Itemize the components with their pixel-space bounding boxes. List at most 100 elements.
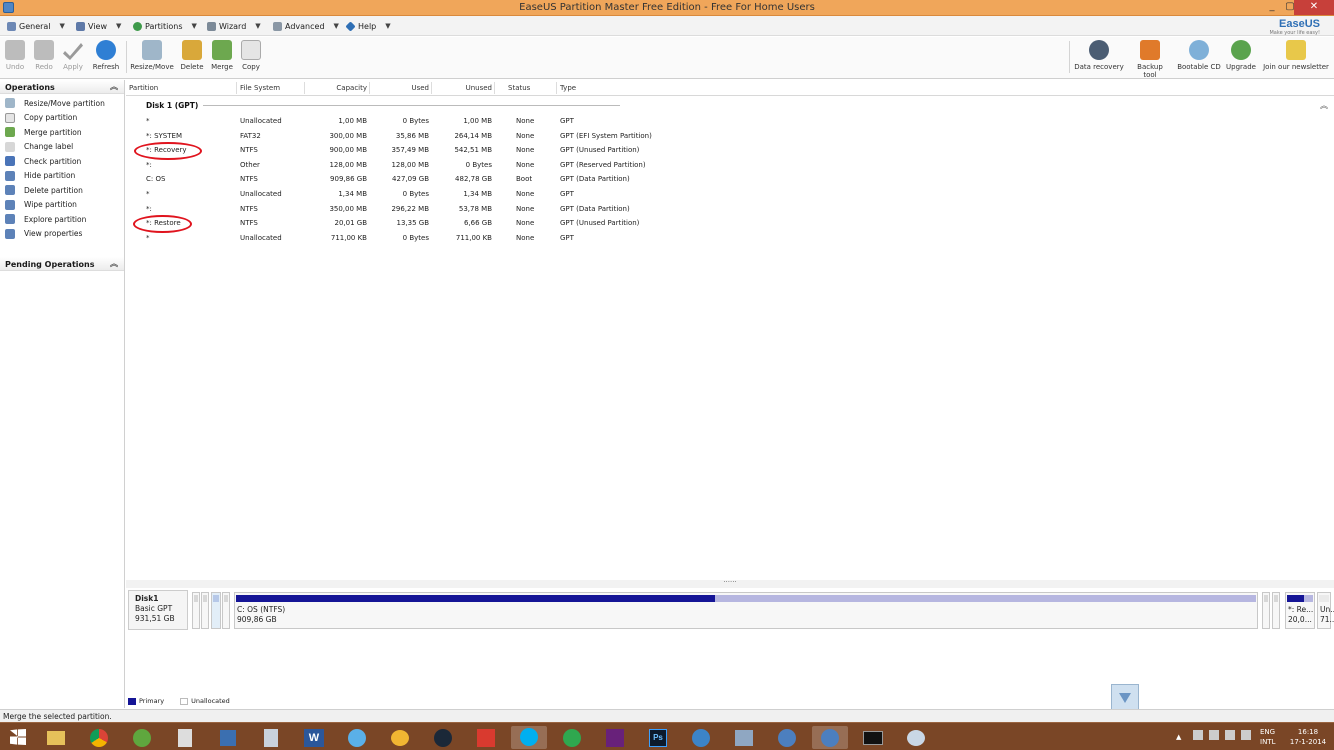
redo-button[interactable]: Redo: [33, 40, 55, 71]
partition-segment[interactable]: [211, 592, 221, 629]
taskbar-taskmanager[interactable]: [167, 726, 203, 749]
collapse-icon[interactable]: ︽: [110, 258, 118, 269]
table-row[interactable]: *: SYSTEM FAT32 300,00 MB 35,86 MB 264,14 MB…: [126, 129, 1334, 143]
taskbar-explorer[interactable]: [38, 726, 74, 749]
bootable-cd-button[interactable]: Bootable CD: [1177, 40, 1221, 71]
pending-header[interactable]: Pending Operations ︽: [0, 257, 124, 271]
taskbar-word[interactable]: W: [296, 726, 332, 749]
col-type[interactable]: Type: [560, 84, 576, 92]
op-hide[interactable]: Hide partition: [0, 169, 124, 184]
segment-text: Un...71...: [1320, 605, 1334, 625]
tray-overflow-icon[interactable]: ▲: [1176, 732, 1181, 742]
table-row[interactable]: *: Other 128,00 MB 128,00 MB 0 Bytes None GPT …: [126, 158, 1334, 172]
op-delete[interactable]: Delete partition: [0, 183, 124, 198]
taskbar-itunes[interactable]: [339, 726, 375, 749]
flag-icon[interactable]: [1209, 730, 1219, 740]
merge-button[interactable]: Merge: [210, 40, 234, 71]
newsletter-button[interactable]: Join our newsletter: [1263, 40, 1329, 71]
col-unused[interactable]: Unused: [433, 84, 492, 92]
start-button[interactable]: [2, 726, 34, 749]
col-filesystem[interactable]: File System: [240, 84, 280, 92]
table-row[interactable]: * Unallocated 1,00 MB 0 Bytes 1,00 MB None GPT: [126, 114, 1334, 128]
partition-segment[interactable]: [192, 592, 200, 629]
apply-button[interactable]: Apply: [62, 40, 84, 71]
table-header: Partition File System Capacity Used Unus…: [126, 80, 1334, 96]
partition-segment[interactable]: [1262, 592, 1270, 629]
download-button[interactable]: [1111, 684, 1139, 711]
menu-general[interactable]: General ▼: [7, 20, 65, 32]
table-row[interactable]: *: Restore NTFS 20,01 GB 13,35 GB 6,66 GB Non…: [126, 216, 1334, 230]
partition-segment-c[interactable]: C: OS (NTFS) 909,86 GB: [234, 592, 1258, 629]
taskbar-app4[interactable]: [683, 726, 719, 749]
op-change-label[interactable]: Change label: [0, 140, 124, 155]
language-indicator[interactable]: ENG INTL: [1260, 727, 1275, 747]
col-status[interactable]: Status: [508, 84, 530, 92]
upgrade-button[interactable]: Upgrade: [1226, 40, 1256, 71]
delete-button[interactable]: Delete: [180, 40, 204, 71]
undo-button[interactable]: Undo: [4, 40, 26, 71]
taskbar-steam[interactable]: [425, 726, 461, 749]
op-copy[interactable]: Copy partition: [0, 111, 124, 126]
menu-advanced[interactable]: Advanced ▼: [273, 20, 339, 32]
taskbar-easeus[interactable]: [812, 726, 848, 749]
partition-segment-unallocated[interactable]: Un...71...: [1317, 592, 1334, 629]
table-row[interactable]: * Unallocated 1,34 MB 0 Bytes 1,34 MB None GPT: [126, 187, 1334, 201]
resize-move-button[interactable]: Resize/Move: [130, 40, 174, 71]
collapse-icon[interactable]: ︽: [110, 81, 118, 92]
partition-segment-restore[interactable]: *: Re... 20,0...: [1285, 592, 1315, 629]
table-row[interactable]: C: OS NTFS 909,86 GB 427,09 GB 482,78 GB Boot…: [126, 172, 1334, 186]
taskbar-app5[interactable]: [726, 726, 762, 749]
data-recovery-button[interactable]: Data recovery: [1074, 40, 1124, 71]
menu-partitions[interactable]: Partitions ▼: [133, 20, 197, 32]
volume-icon[interactable]: [1241, 730, 1251, 740]
app-icon: [735, 730, 753, 746]
cell-filesystem: NTFS: [240, 219, 258, 228]
clock[interactable]: 16:18 17-1-2014: [1288, 727, 1328, 747]
merge-icon: [5, 127, 15, 138]
taskbar-app2[interactable]: [382, 726, 418, 749]
taskbar-app[interactable]: [210, 726, 246, 749]
op-merge[interactable]: Merge partition: [0, 125, 124, 140]
op-resize-move[interactable]: Resize/Move partition: [0, 96, 124, 111]
taskbar-utorrent[interactable]: [124, 726, 160, 749]
partition-segment[interactable]: [222, 592, 230, 629]
partition-segment[interactable]: [1272, 592, 1280, 629]
cell-partition: *:: [146, 204, 152, 213]
col-capacity[interactable]: Capacity: [306, 84, 367, 92]
taskbar-cmd[interactable]: [855, 726, 891, 749]
pane-splitter[interactable]: ······: [126, 579, 1334, 588]
backup-tool-button[interactable]: Backup tool: [1130, 40, 1170, 79]
taskbar-app3[interactable]: [468, 726, 504, 749]
table-row[interactable]: * Unallocated 711,00 KB 0 Bytes 711,00 KB Non…: [126, 231, 1334, 245]
taskbar-calculator[interactable]: [253, 726, 289, 749]
disk-info[interactable]: Disk1 Basic GPT 931,51 GB: [128, 590, 188, 630]
signal-icon[interactable]: [1225, 730, 1235, 740]
table-row[interactable]: *: NTFS 350,00 MB 296,22 MB 53,78 MB None GPT …: [126, 202, 1334, 216]
partition-segment[interactable]: [201, 592, 209, 629]
taskbar-paint[interactable]: [898, 726, 934, 749]
copy-button[interactable]: Copy: [240, 40, 262, 71]
col-used[interactable]: Used: [371, 84, 429, 92]
table-row[interactable]: *: Recovery NTFS 900,00 MB 357,49 MB 542,51 …: [126, 143, 1334, 157]
menu-wizard[interactable]: Wizard ▼: [207, 20, 261, 32]
col-partition[interactable]: Partition: [129, 84, 158, 92]
taskbar-photoshop[interactable]: Ps: [640, 726, 676, 749]
operations-header[interactable]: Operations ︽: [0, 80, 124, 94]
op-properties[interactable]: View properties: [0, 227, 124, 242]
menu-view[interactable]: View ▼: [76, 20, 121, 32]
taskbar-visualstudio[interactable]: [597, 726, 633, 749]
refresh-button[interactable]: Refresh: [92, 40, 120, 71]
taskbar-media[interactable]: [554, 726, 590, 749]
op-explore[interactable]: Explore partition: [0, 212, 124, 227]
network-icon[interactable]: [1193, 730, 1203, 740]
disk-group-label[interactable]: Disk 1 (GPT): [146, 101, 198, 110]
close-button[interactable]: ✕: [1294, 0, 1334, 15]
op-check[interactable]: Check partition: [0, 154, 124, 169]
taskbar-app6[interactable]: [769, 726, 805, 749]
menu-help[interactable]: Help ▼: [345, 20, 391, 32]
op-wipe[interactable]: Wipe partition: [0, 198, 124, 213]
brand-tagline: Make your life easy!: [1269, 30, 1320, 36]
taskbar-skype[interactable]: [511, 726, 547, 749]
taskbar-chrome[interactable]: [81, 726, 117, 749]
collapse-icon[interactable]: ︽: [1320, 100, 1328, 111]
